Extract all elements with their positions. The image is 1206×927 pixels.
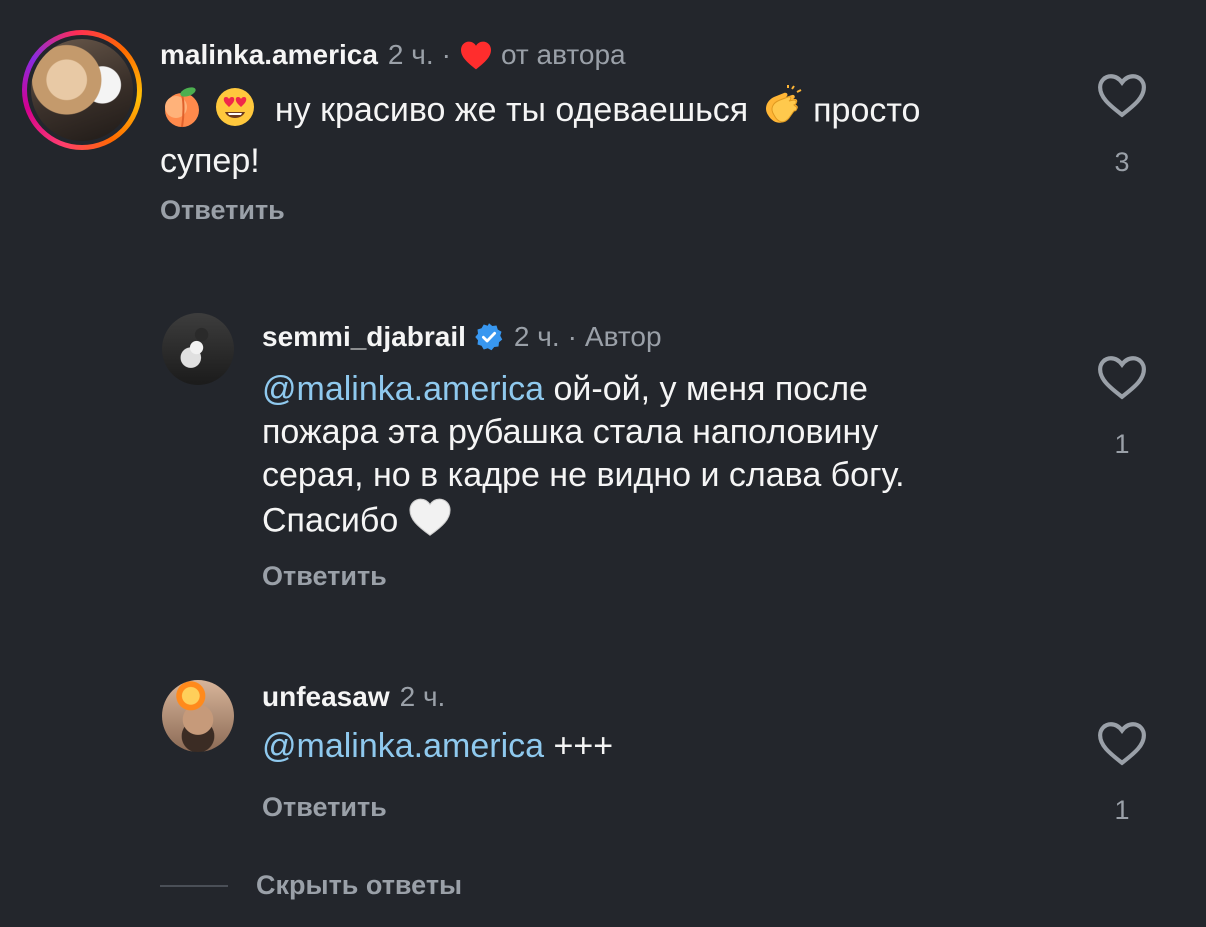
username[interactable]: semmi_djabrail — [262, 320, 466, 354]
avatar-semmi[interactable] — [162, 313, 234, 385]
comment-text: @malinka.america +++ — [262, 725, 1062, 768]
comment-text-part2: просто — [813, 91, 921, 130]
comment-text-line3: серая, но в кадре не видно и слава богу. — [262, 456, 905, 494]
timestamp: 2 ч. — [513, 321, 560, 352]
like-area: 1 — [1092, 354, 1152, 460]
timestamp: 2 ч. — [387, 39, 434, 70]
username[interactable]: malinka.america — [160, 38, 378, 72]
author-badge: от автора — [500, 39, 626, 70]
story-ring — [22, 30, 142, 150]
avatar-photo — [162, 313, 234, 385]
comment-text-line2: пожара эта рубашка стала наполовину — [262, 413, 879, 451]
reply-button[interactable]: Ответить — [262, 792, 387, 823]
comment-header: malinka.america 2 ч. · от автора — [160, 38, 626, 72]
author-badge: Автор — [584, 321, 662, 352]
separator: · — [567, 321, 577, 352]
timestamp: 2 ч. — [399, 681, 446, 712]
like-heart-icon[interactable] — [1092, 354, 1152, 405]
comment-text-line4: Спасибо — [262, 501, 399, 540]
reply-button[interactable]: Ответить — [262, 561, 387, 592]
mention-link[interactable]: @malinka.america — [262, 727, 544, 765]
like-count: 1 — [1114, 795, 1130, 825]
verified-badge-icon — [474, 322, 504, 352]
heart-eyes-icon — [213, 85, 257, 140]
mention-link[interactable]: @malinka.america — [262, 370, 544, 408]
avatar-photo — [31, 39, 133, 141]
like-count: 3 — [1114, 147, 1130, 177]
like-heart-icon[interactable] — [1092, 72, 1152, 123]
comment-text-line1: ой-ой, у меня после — [553, 370, 868, 408]
divider — [160, 884, 228, 887]
comment-header: unfeasaw 2 ч. — [262, 680, 445, 714]
comment-text: @malinka.america ой-ой, у меня после пож… — [262, 368, 1062, 548]
like-area: 1 — [1092, 720, 1152, 826]
hide-replies[interactable]: Скрыть ответы — [160, 870, 462, 901]
like-heart-icon[interactable] — [1092, 720, 1152, 771]
reply-button[interactable]: Ответить — [160, 195, 285, 226]
peach-icon — [160, 85, 204, 140]
hide-replies-button[interactable]: Скрыть ответы — [256, 870, 462, 901]
comment-text-line2: супер! — [160, 142, 260, 180]
avatar-malinka[interactable] — [22, 30, 142, 150]
comment-text-body: +++ — [553, 727, 614, 765]
clapping-hands-icon — [758, 85, 804, 140]
comment-text-part1: ну красиво же ты одеваешься — [274, 91, 749, 130]
avatar-unfeasaw[interactable] — [162, 680, 234, 752]
username[interactable]: unfeasaw — [262, 680, 390, 714]
avatar-photo — [162, 680, 234, 752]
separator: · — [441, 39, 451, 70]
like-area: 3 — [1092, 72, 1152, 178]
comment-header: semmi_djabrail 2 ч. · Автор — [262, 320, 662, 354]
white-heart-icon — [408, 497, 452, 548]
comment-text: ну красиво же ты одеваешься просто супер… — [160, 85, 1040, 183]
like-count: 1 — [1114, 429, 1130, 459]
author-liked-heart-icon — [459, 40, 493, 70]
